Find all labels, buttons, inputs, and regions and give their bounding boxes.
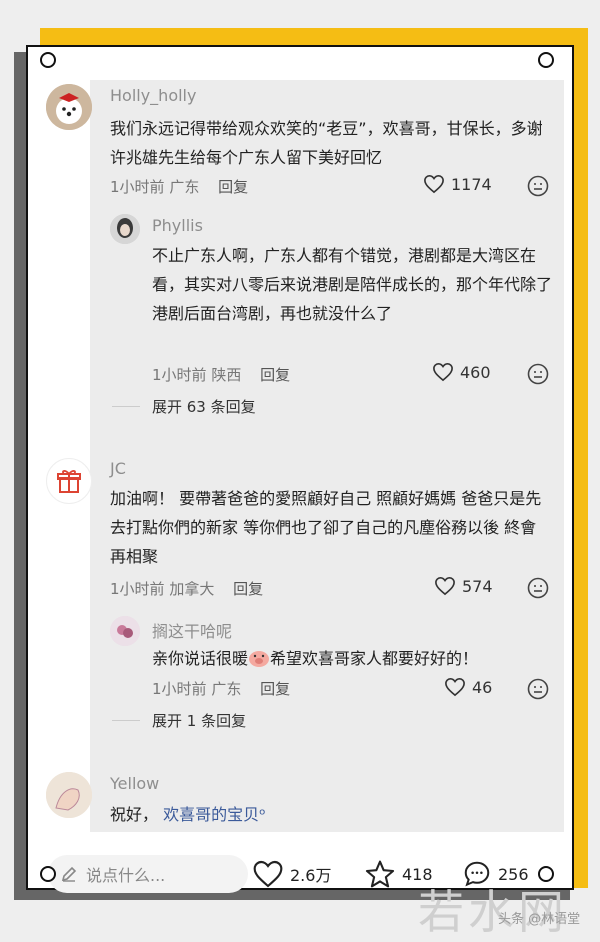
reply-time: 1小时前 xyxy=(152,366,207,384)
like-button[interactable]: 460 xyxy=(432,362,491,382)
heart-icon xyxy=(433,362,453,382)
expand-replies-button[interactable]: 展开 63 条回复 xyxy=(112,396,256,417)
comment-input-placeholder: 说点什么... xyxy=(86,866,166,885)
comment-username[interactable]: JC xyxy=(110,459,126,478)
expand-divider xyxy=(112,406,140,407)
corner-dot xyxy=(538,52,554,68)
like-count: 46 xyxy=(472,677,493,697)
emoji-reaction-icon[interactable] xyxy=(527,678,549,700)
reply-username[interactable]: 搁这干哈呢 xyxy=(152,618,232,642)
expand-divider xyxy=(112,720,140,721)
reply-text: 亲你说话很暖 希望欢喜哥家人都要好好的！ xyxy=(152,644,552,673)
star-icon xyxy=(365,860,395,888)
avatar[interactable] xyxy=(110,214,140,244)
like-count: 574 xyxy=(462,576,493,596)
reply-text: 不止广东人啊，广东人都有个错觉，港剧都是大湾区在看，其实对八零后来说港剧是陪伴成… xyxy=(152,246,553,323)
reply-region: 陕西 xyxy=(211,366,242,384)
comment-text-part: 祝好， xyxy=(110,805,159,824)
like-button[interactable]: 46 xyxy=(444,677,492,697)
expand-replies-label: 展开 63 条回复 xyxy=(152,398,256,416)
corner-dot xyxy=(40,866,56,882)
comment-meta: 1小时前 加拿大 回复 xyxy=(110,578,263,599)
like-count: 460 xyxy=(460,362,491,382)
comment-input[interactable]: 说点什么... xyxy=(48,855,248,893)
reply-region: 广东 xyxy=(211,680,242,698)
expand-replies-button[interactable]: 展开 1 条回复 xyxy=(112,710,246,731)
like-button[interactable]: 574 xyxy=(434,576,493,596)
avatar[interactable] xyxy=(46,772,92,818)
reply-button[interactable]: 回复 xyxy=(260,680,290,698)
avatar[interactable] xyxy=(46,458,92,504)
heart-icon xyxy=(445,677,465,697)
reply-text-part: 希望欢喜哥家人都要好好的！ xyxy=(270,649,479,668)
corner-dot xyxy=(538,866,554,882)
comment-region: 广东 xyxy=(169,178,200,196)
reply-time: 1小时前 xyxy=(152,680,207,698)
heart-icon xyxy=(424,174,444,194)
emoji-reaction-icon[interactable] xyxy=(527,363,549,385)
reply-username[interactable]: Phyllis xyxy=(152,216,203,235)
comment-time: 1小时前 xyxy=(110,178,165,196)
reply-button[interactable]: 回复 xyxy=(218,178,248,196)
corner-dot xyxy=(40,52,56,68)
reply-button[interactable]: 回复 xyxy=(260,366,290,384)
like-count: 1174 xyxy=(451,174,492,194)
heart-icon xyxy=(253,860,283,888)
comment-username[interactable]: Holly_holly xyxy=(110,86,196,105)
comment-text: 加油啊！ 要帶著爸爸的愛照顧好自己 照顧好媽媽 爸爸只是先去打點你們的新家 等你… xyxy=(110,489,542,566)
reply-meta: 1小时前 广东 回复 xyxy=(152,678,290,699)
comment-username[interactable]: Yellow xyxy=(110,774,159,793)
mention-link[interactable]: 欢喜哥的宝贝 xyxy=(163,805,259,824)
comment-text: 我们永远记得带给观众欢笑的“老豆”，欢喜哥，甘保长，多谢许兆雄先生给每个广东人留… xyxy=(110,119,543,167)
reply-text-part: 亲你说话很暖 xyxy=(152,649,249,668)
pig-emoji-icon xyxy=(248,648,270,668)
avatar[interactable] xyxy=(110,616,140,646)
comment-region: 加拿大 xyxy=(169,580,215,598)
comment-text-part: ᵒ xyxy=(259,805,266,824)
watermark-author: 头条 @林语堂 xyxy=(498,912,581,927)
avatar[interactable] xyxy=(46,84,92,130)
heart-icon xyxy=(435,576,455,596)
reply-button[interactable]: 回复 xyxy=(233,580,263,598)
post-like-count: 2.6万 xyxy=(290,866,332,885)
reply-meta: 1小时前 陕西 回复 xyxy=(152,364,290,385)
pencil-icon xyxy=(61,866,77,882)
comment-meta: 1小时前 广东 回复 xyxy=(110,176,248,197)
comment-text: 祝好， 欢喜哥的宝贝ᵒ xyxy=(110,800,266,829)
comment-time: 1小时前 xyxy=(110,580,165,598)
emoji-reaction-icon[interactable] xyxy=(527,175,549,197)
like-button[interactable]: 1174 xyxy=(423,174,492,194)
emoji-reaction-icon[interactable] xyxy=(527,577,549,599)
post-like-button[interactable]: 2.6万 xyxy=(252,859,331,889)
expand-replies-label: 展开 1 条回复 xyxy=(152,712,247,730)
